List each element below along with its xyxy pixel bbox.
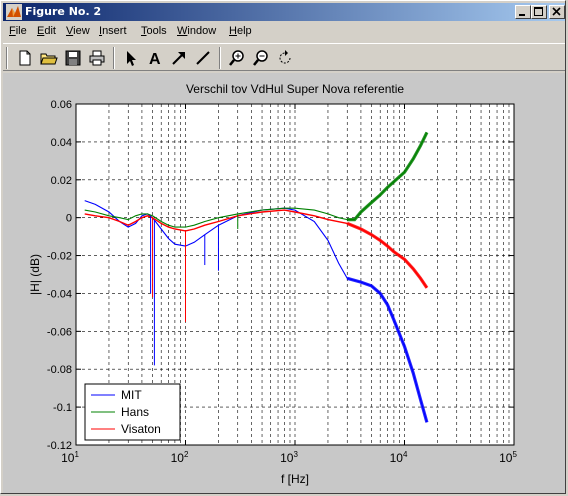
y-tick-label: 0.06 bbox=[51, 99, 72, 111]
menu-file[interactable]: File bbox=[9, 25, 27, 37]
matlab-logo-icon bbox=[6, 4, 22, 20]
y-tick-label: -0.02 bbox=[47, 251, 72, 263]
chart-title: Verschil tov VdHul Super Nova referentie bbox=[186, 82, 404, 96]
y-tick-label: -0.1 bbox=[53, 402, 72, 414]
menu-accelerator: F bbox=[9, 25, 16, 37]
figure-toolbar: A bbox=[3, 43, 565, 71]
x-tick-label: 102 bbox=[171, 450, 189, 465]
rotate-3d-button[interactable] bbox=[275, 48, 295, 68]
y-tick-label: 0.04 bbox=[51, 137, 72, 149]
x-tick-label: 103 bbox=[280, 450, 298, 465]
y-tick-label: -0.08 bbox=[47, 364, 72, 376]
insert-text-button[interactable]: A bbox=[145, 48, 165, 68]
menu-help[interactable]: Help bbox=[229, 25, 252, 37]
x-tick-label: 104 bbox=[390, 450, 408, 465]
plot-svg[interactable]: 101 102 103 104 105 0.06 0.04 0.02 0 -0.02 -0.04 -0… bbox=[3, 73, 565, 493]
menu-label: dit bbox=[44, 25, 56, 37]
new-file-icon bbox=[19, 50, 31, 66]
legend-label-hans: Hans bbox=[121, 405, 149, 419]
menu-label: ools bbox=[146, 25, 167, 37]
menu-label: elp bbox=[236, 25, 252, 37]
new-file-button[interactable] bbox=[15, 48, 35, 68]
zoom-out-button[interactable] bbox=[251, 48, 271, 68]
y-tick-label: -0.06 bbox=[47, 326, 72, 338]
close-button[interactable] bbox=[549, 5, 565, 19]
insert-text-icon: A bbox=[149, 51, 161, 68]
save-icon bbox=[65, 50, 81, 66]
zoom-in-icon bbox=[229, 50, 244, 66]
print-icon bbox=[89, 50, 105, 66]
print-button[interactable] bbox=[87, 48, 107, 68]
menu-insert[interactable]: Insert bbox=[99, 25, 127, 37]
minimize-button[interactable] bbox=[515, 5, 531, 19]
title-bar[interactable]: Figure No. 2 bbox=[3, 3, 565, 21]
menu-tools[interactable]: Tools bbox=[141, 25, 167, 37]
menu-bar: File Edit View Insert Tools Window Help bbox=[3, 23, 565, 41]
open-file-button[interactable] bbox=[39, 48, 59, 68]
menu-label: iew bbox=[73, 25, 90, 37]
select-arrow-icon bbox=[127, 51, 136, 66]
close-icon bbox=[552, 7, 561, 16]
figure-canvas: 101 102 103 104 105 0.06 0.04 0.02 0 -0.02 -0.04 -0… bbox=[3, 73, 565, 493]
toolbar-grip bbox=[6, 47, 8, 69]
save-button[interactable] bbox=[63, 48, 83, 68]
y-tick-label: -0.04 bbox=[47, 288, 72, 300]
minimize-icon bbox=[519, 14, 525, 16]
maximize-button[interactable] bbox=[531, 5, 547, 19]
x-tick-label: 105 bbox=[499, 450, 517, 465]
svg-text:A: A bbox=[149, 51, 161, 68]
figure-window: Figure No. 2 File Edit View Insert Tools Wind… bbox=[0, 0, 566, 494]
zoom-in-button[interactable] bbox=[227, 48, 247, 68]
open-folder-icon bbox=[40, 53, 58, 65]
zoom-out-icon bbox=[253, 50, 268, 66]
toolbar-separator bbox=[113, 47, 115, 69]
menu-accelerator: W bbox=[177, 25, 188, 37]
edit-plot-button[interactable] bbox=[121, 48, 141, 68]
menu-label: nsert bbox=[102, 25, 127, 37]
insert-arrow-icon bbox=[172, 52, 185, 65]
x-tick-label: 101 bbox=[61, 450, 79, 465]
y-tick-label: 0 bbox=[66, 213, 72, 225]
menu-window[interactable]: Window bbox=[177, 25, 216, 37]
menu-label: indow bbox=[187, 25, 217, 37]
y-tick-label: -0.12 bbox=[47, 440, 72, 452]
x-axis-label: f [Hz] bbox=[281, 472, 309, 486]
insert-line-button[interactable] bbox=[193, 48, 213, 68]
insert-arrow-button[interactable] bbox=[169, 48, 189, 68]
menu-label: ile bbox=[15, 25, 27, 37]
y-axis-label: |H| (dB) bbox=[28, 254, 42, 295]
rotate-icon bbox=[279, 50, 291, 64]
menu-accelerator: H bbox=[229, 25, 237, 37]
window-title: Figure No. 2 bbox=[25, 5, 102, 18]
menu-edit[interactable]: Edit bbox=[37, 25, 56, 37]
insert-line-icon bbox=[196, 51, 210, 65]
legend-label-visaton: Visaton bbox=[121, 422, 161, 436]
legend-label-mit: MIT bbox=[121, 388, 142, 402]
y-tick-label: 0.02 bbox=[51, 175, 72, 187]
menu-view[interactable]: View bbox=[66, 25, 90, 37]
toolbar-separator bbox=[219, 47, 221, 69]
maximize-icon bbox=[534, 7, 543, 16]
